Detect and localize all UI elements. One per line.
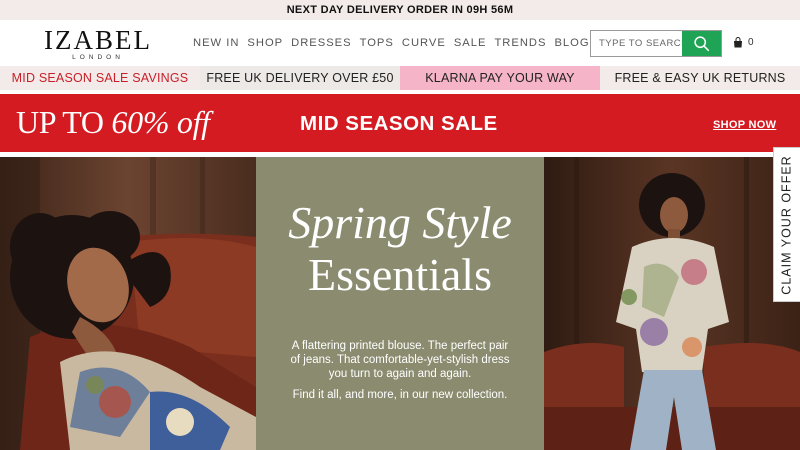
site-header: IZABEL LONDON NEW IN SHOP DRESSES TOPS C… (0, 20, 800, 66)
nav-item-curve[interactable]: CURVE (402, 37, 446, 49)
brand-logo[interactable]: IZABEL LONDON (44, 25, 152, 62)
nav-item-tops[interactable]: TOPS (360, 37, 394, 49)
search-icon (694, 36, 710, 52)
promo-free-returns[interactable]: FREE & EASY UK RETURNS (600, 66, 800, 90)
cart-count: 0 (748, 37, 754, 48)
brand-name: IZABEL (44, 25, 152, 55)
cart-button[interactable]: 0 (733, 37, 754, 48)
promo-strip: MID SEASON SALE SAVINGS FREE UK DELIVERY… (0, 66, 800, 90)
hero-photo-left[interactable] (0, 157, 256, 450)
delivery-countdown-bar: NEXT DAY DELIVERY ORDER IN 09H 56M (0, 0, 800, 20)
nav-item-sale[interactable]: SALE (454, 37, 487, 49)
main-nav: NEW IN SHOP DRESSES TOPS CURVE SALE TREN… (193, 37, 590, 49)
bag-icon (734, 37, 742, 48)
claim-offer-label: CLAIM YOUR OFFER (780, 154, 794, 295)
brand-sub: LONDON (72, 54, 124, 61)
sale-discount-prefix: UP TO (16, 104, 112, 140)
nav-item-new-in[interactable]: NEW IN (193, 37, 239, 49)
hero-title-line2: Essentials (308, 249, 492, 300)
sale-banner[interactable]: UP TO 60% off MID SEASON SALE SHOP NOW (0, 94, 800, 152)
delivery-countdown-text: NEXT DAY DELIVERY ORDER IN 09H 56M (286, 4, 514, 16)
nav-item-blog[interactable]: BLOG (554, 37, 589, 49)
hero-description: A flattering printed blouse. The perfect… (290, 340, 510, 380)
model-standing-image (544, 157, 800, 450)
sale-title: MID SEASON SALE (300, 112, 498, 135)
search-box (590, 30, 722, 57)
hero-section: Spring Style Essentials A flattering pri… (0, 157, 800, 450)
promo-klarna[interactable]: KLARNA PAY YOUR WAY (400, 66, 600, 90)
hero-text-panel: Spring Style Essentials A flattering pri… (256, 157, 544, 450)
hero-subcopy: Find it all, and more, in our new collec… (292, 389, 508, 401)
promo-sale-savings[interactable]: MID SEASON SALE SAVINGS (0, 66, 200, 90)
promo-free-delivery[interactable]: FREE UK DELIVERY OVER £50 (200, 66, 400, 90)
nav-item-trends[interactable]: TRENDS (494, 37, 546, 49)
search-button[interactable] (682, 31, 721, 56)
search-input[interactable] (591, 31, 682, 56)
nav-item-shop[interactable]: SHOP (247, 37, 283, 49)
sale-discount-amount: 60% off (111, 104, 210, 140)
claim-offer-tab[interactable]: CLAIM YOUR OFFER (773, 147, 800, 302)
sale-discount-text: UP TO 60% off (16, 104, 210, 141)
nav-item-dresses[interactable]: DRESSES (291, 37, 351, 49)
model-lounging-image (0, 157, 256, 450)
shop-now-link[interactable]: SHOP NOW (713, 119, 776, 131)
hero-title-line1: Spring Style (288, 197, 512, 248)
hero-photo-right[interactable] (544, 157, 800, 450)
